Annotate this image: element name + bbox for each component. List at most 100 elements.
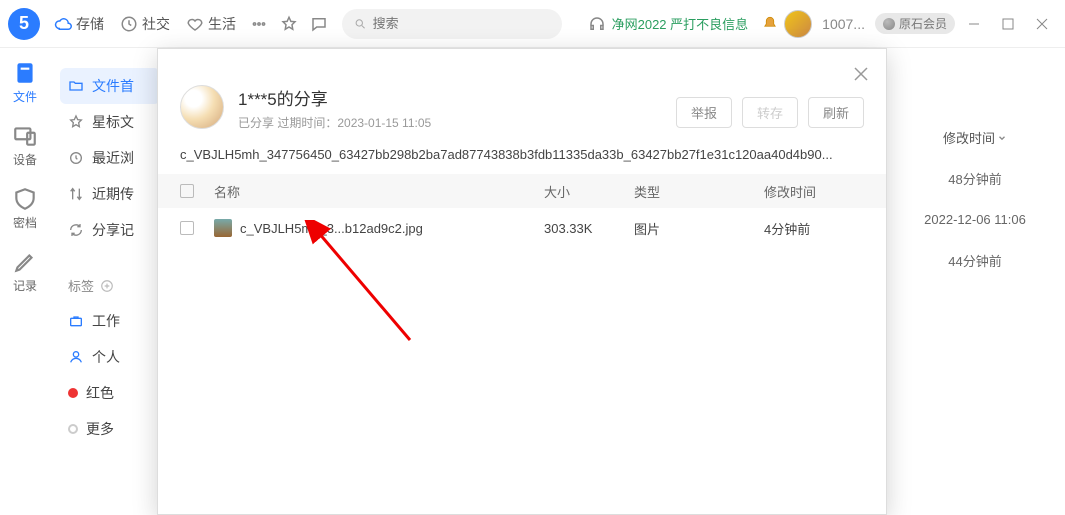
- left-rail: 文件 设备 密档 记录: [0, 48, 50, 515]
- rail-records-label: 记录: [13, 277, 37, 294]
- sidebar-starred[interactable]: 星标文: [60, 104, 160, 140]
- background-right-column: 修改时间 48分钟前 2022-12-06 11:06 44分钟前: [885, 48, 1065, 282]
- window-close[interactable]: [1027, 9, 1057, 39]
- tag-personal[interactable]: 个人: [60, 339, 160, 375]
- sidebar-item-label: 分享记: [92, 220, 134, 240]
- tag-work[interactable]: 工作: [60, 303, 160, 339]
- rail-records[interactable]: 记录: [12, 249, 38, 294]
- gem-icon: [883, 18, 895, 30]
- shield-icon: [12, 186, 38, 212]
- report-button[interactable]: 举报: [676, 97, 732, 128]
- devices-icon: [12, 123, 38, 149]
- rail-devices-label: 设备: [13, 151, 37, 168]
- share-path[interactable]: c_VBJLH5mh_347756450_63427bb298b2ba7ad87…: [158, 131, 886, 174]
- bg-row-time: 48分钟前: [885, 157, 1065, 200]
- sidebar-item-label: 最近浏: [92, 148, 134, 168]
- window-maximize[interactable]: [993, 9, 1023, 39]
- file-size: 303.33K: [544, 221, 634, 236]
- tag-more[interactable]: 更多: [60, 411, 160, 447]
- app-logo[interactable]: 5: [8, 8, 40, 40]
- red-dot-icon: [68, 388, 78, 398]
- search-box[interactable]: [342, 9, 562, 39]
- file-type: 图片: [634, 219, 764, 238]
- top-life[interactable]: 生活: [180, 10, 242, 38]
- share-subtitle: 已分享 过期时间：2023-01-15 11:05: [238, 114, 431, 131]
- bg-modtime-header[interactable]: 修改时间: [885, 48, 1065, 157]
- sidebar-item-label: 近期传: [92, 184, 134, 204]
- folder-icon: [68, 78, 84, 94]
- more-icon[interactable]: [246, 15, 272, 33]
- top-social-label: 社交: [142, 14, 170, 34]
- tag-label: 更多: [86, 419, 114, 439]
- search-input[interactable]: [373, 16, 550, 31]
- briefcase-icon: [68, 313, 84, 329]
- bg-modtime-label: 修改时间: [943, 128, 995, 147]
- col-type-label[interactable]: 类型: [634, 182, 764, 201]
- search-icon: [354, 17, 367, 31]
- select-all-checkbox[interactable]: [180, 184, 194, 198]
- net-clean-label[interactable]: 净网2022 严打不良信息: [612, 14, 749, 33]
- top-bar: 5 存储 社交 生活 净网2022 严打不良信息 1007... 原石会员: [0, 0, 1065, 48]
- rail-files[interactable]: 文件: [12, 60, 38, 105]
- table-header: 名称 大小 类型 修改时间: [158, 174, 886, 208]
- sidebar-item-label: 文件首: [92, 76, 134, 96]
- plus-icon[interactable]: [100, 279, 114, 293]
- window-minimize[interactable]: [959, 9, 989, 39]
- top-storage-label: 存储: [76, 14, 104, 34]
- person-icon: [68, 349, 84, 365]
- share-modal: 1***5的分享 已分享 过期时间：2023-01-15 11:05 举报 转存…: [157, 48, 887, 515]
- top-life-label: 生活: [208, 14, 236, 34]
- rail-secure[interactable]: 密档: [12, 186, 38, 231]
- clock-outline-icon: [68, 150, 84, 166]
- sharer-avatar: [180, 85, 224, 129]
- user-id-label: 1007...: [822, 16, 865, 32]
- transfer-icon: [68, 186, 84, 202]
- tag-label: 红色: [86, 383, 114, 403]
- table-row[interactable]: c_VBJLH5mh_3...b12ad9c2.jpg 303.33K 图片 4…: [158, 208, 886, 248]
- cloud-icon: [54, 15, 72, 33]
- col-time-label[interactable]: 修改时间: [764, 182, 864, 201]
- sidebar-item-label: 星标文: [92, 112, 134, 132]
- rail-files-label: 文件: [13, 88, 37, 105]
- tags-header-label: 标签: [68, 276, 94, 295]
- chat-icon[interactable]: [306, 15, 332, 33]
- star-outline-icon: [68, 114, 84, 130]
- member-badge[interactable]: 原石会员: [875, 13, 955, 34]
- sidebar-transfer[interactable]: 近期传: [60, 176, 160, 212]
- tag-label: 工作: [92, 311, 120, 331]
- save-button[interactable]: 转存: [742, 97, 798, 128]
- files-icon: [12, 60, 38, 86]
- top-storage[interactable]: 存储: [48, 10, 110, 38]
- member-label: 原石会员: [899, 15, 947, 32]
- sidebar-file-home[interactable]: 文件首: [60, 68, 160, 104]
- top-social[interactable]: 社交: [114, 10, 176, 38]
- sidebar: 文件首 星标文 最近浏 近期传 分享记 标签 工作 个人 红色: [50, 48, 160, 515]
- heart-icon: [186, 15, 204, 33]
- rail-secure-label: 密档: [13, 214, 37, 231]
- headphones-icon[interactable]: [586, 15, 608, 33]
- star-icon[interactable]: [276, 15, 302, 33]
- refresh-icon: [68, 222, 84, 238]
- sidebar-recent[interactable]: 最近浏: [60, 140, 160, 176]
- bell-icon[interactable]: [760, 15, 780, 33]
- file-time: 4分钟前: [764, 219, 864, 238]
- row-checkbox[interactable]: [180, 221, 194, 235]
- modal-close-button[interactable]: [854, 65, 868, 86]
- share-title: 1***5的分享: [238, 85, 431, 110]
- chevron-down-icon: [997, 133, 1007, 143]
- circle-outline-icon: [68, 424, 78, 434]
- col-size-label[interactable]: 大小: [544, 182, 634, 201]
- tag-red[interactable]: 红色: [60, 375, 160, 411]
- sidebar-share-log[interactable]: 分享记: [60, 212, 160, 248]
- bg-row-time: 2022-12-06 11:06: [885, 200, 1065, 239]
- image-thumbnail-icon: [214, 219, 232, 237]
- clock-icon: [120, 15, 138, 33]
- rail-devices[interactable]: 设备: [12, 123, 38, 168]
- col-name-label[interactable]: 名称: [214, 182, 544, 201]
- tag-label: 个人: [92, 347, 120, 367]
- refresh-button[interactable]: 刷新: [808, 97, 864, 128]
- tags-header: 标签: [60, 272, 160, 303]
- user-avatar[interactable]: [784, 10, 812, 38]
- file-name-label: c_VBJLH5mh_3...b12ad9c2.jpg: [240, 221, 423, 236]
- bg-row-time: 44分钟前: [885, 239, 1065, 282]
